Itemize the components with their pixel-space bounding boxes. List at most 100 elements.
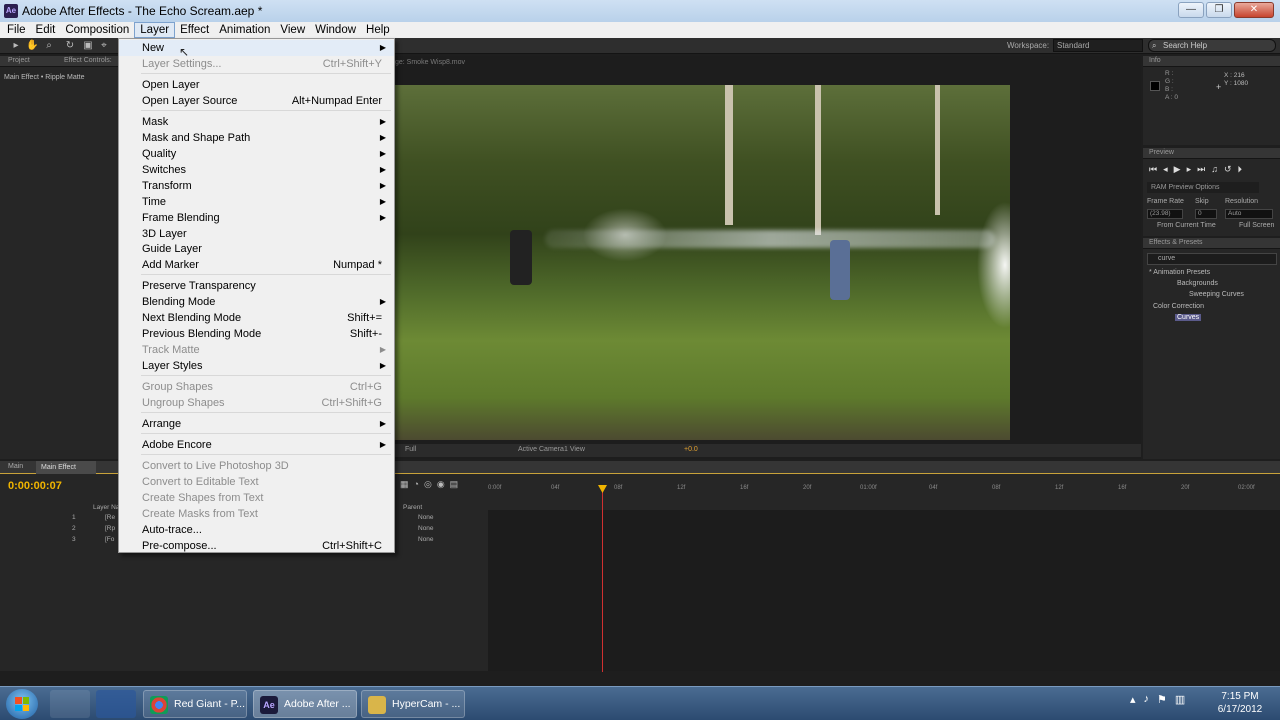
menu-edit[interactable]: Edit [31, 22, 61, 38]
menu-item-quality[interactable]: Quality ▶ [119, 146, 394, 162]
taskbar-button[interactable]: Ae Adobe After ... [253, 690, 357, 718]
exposure-value[interactable]: +0.0 [684, 446, 698, 453]
loop-icon[interactable]: ↺ [1224, 164, 1232, 175]
tab-main[interactable]: Main [8, 463, 23, 470]
current-timecode[interactable]: 0:00:00:07 [8, 480, 62, 492]
layer-parent[interactable]: None [418, 525, 434, 532]
menu-item-arrange[interactable]: Arrange ▶ [119, 416, 394, 432]
layer-parent[interactable]: None [418, 514, 434, 521]
hand-tool-icon[interactable]: ✋ [26, 40, 38, 52]
taskbar-clock[interactable]: 7:15 PM 6/17/2012 [1210, 690, 1270, 716]
menu-item-open-layer-source[interactable]: Open Layer Source Alt+Numpad Enter [119, 93, 394, 109]
view-layout-select[interactable]: 1 View [564, 446, 585, 453]
menu-item-auto-trace[interactable]: Auto-trace... [119, 522, 394, 538]
taskbar-button[interactable]: HyperCam - ... [361, 690, 465, 718]
menu-item-convert-to-live-photoshop-3d[interactable]: Convert to Live Photoshop 3D [119, 458, 394, 474]
menu-item-group-shapes[interactable]: Group Shapes Ctrl+G [119, 379, 394, 395]
last-frame-icon[interactable]: ⏭ [1197, 164, 1205, 175]
tab-effect-controls[interactable]: Effect Controls: [64, 57, 112, 64]
menu-item-layer-styles[interactable]: Layer Styles ▶ [119, 358, 394, 374]
menu-item-open-layer[interactable]: Open Layer [119, 77, 394, 93]
effects-search-input[interactable]: curve [1147, 253, 1277, 265]
menu-layer[interactable]: Layer [134, 22, 176, 38]
ram-preview-icon[interactable]: ⏵ [1238, 164, 1243, 175]
menu-item-guide-layer[interactable]: Guide Layer [119, 241, 394, 257]
camera-tool-icon[interactable]: ▣ [82, 40, 94, 52]
minimize-button[interactable]: — [1178, 2, 1204, 18]
menu-effect[interactable]: Effect [175, 22, 214, 38]
draft-3d-icon[interactable]: ▦ [400, 479, 409, 491]
audio-icon[interactable]: ♫ [1211, 164, 1218, 175]
menu-item-create-shapes-from-text[interactable]: Create Shapes from Text [119, 490, 394, 506]
menu-window[interactable]: Window [310, 22, 361, 38]
menu-animation[interactable]: Animation [214, 22, 275, 38]
flag-icon[interactable]: ⚑ [1157, 693, 1167, 706]
menu-item-blending-mode[interactable]: Blending Mode ▶ [119, 294, 394, 310]
camera-select[interactable]: Active Camera [518, 446, 564, 453]
menu-composition[interactable]: Composition [60, 22, 134, 38]
taskbar-button[interactable]: Red Giant - P... [143, 690, 247, 718]
menu-item-previous-blending-mode[interactable]: Previous Blending Mode Shift+- [119, 326, 394, 342]
menu-item-new[interactable]: New ▶ [119, 40, 394, 56]
resolution-field[interactable]: Auto [1225, 209, 1273, 219]
brainstorm-icon[interactable]: ▤ [450, 479, 459, 491]
ram-preview-options-select[interactable]: RAM Preview Options [1147, 182, 1259, 193]
footage-tab[interactable]: ge: Smoke Wisp8.mov [395, 59, 465, 66]
full-screen-checkbox[interactable]: Full Screen [1239, 222, 1274, 229]
zoom-tool-icon[interactable]: ⌕ [43, 40, 55, 52]
menu-item-switches[interactable]: Switches ▶ [119, 162, 394, 178]
menu-item-mask-and-shape-path[interactable]: Mask and Shape Path ▶ [119, 130, 394, 146]
tree-item-color-correction[interactable]: Color Correction [1153, 303, 1204, 310]
frame-blend-icon[interactable]: ◎ [424, 479, 432, 491]
show-hidden-icons-icon[interactable]: ▴ [1130, 693, 1136, 706]
skip-field[interactable]: 0 [1195, 209, 1217, 219]
menu-item-adobe-encore[interactable]: Adobe Encore ▶ [119, 437, 394, 453]
play-icon[interactable]: ▶ [1174, 164, 1181, 175]
word-icon[interactable] [96, 690, 136, 718]
menu-help[interactable]: Help [361, 22, 395, 38]
menu-item-transform[interactable]: Transform ▶ [119, 178, 394, 194]
menu-file[interactable]: File [2, 22, 31, 38]
composition-frame[interactable] [395, 85, 1010, 440]
pan-behind-tool-icon[interactable]: ⌖ [98, 40, 110, 52]
start-button[interactable] [6, 689, 38, 719]
maximize-button[interactable]: ❐ [1206, 2, 1232, 18]
tab-project[interactable]: Project [8, 57, 30, 64]
tree-item-sweeping-curves[interactable]: Sweeping Curves [1189, 291, 1244, 298]
search-help-input[interactable]: ⌕ Search Help [1148, 39, 1276, 52]
menu-item-ungroup-shapes[interactable]: Ungroup Shapes Ctrl+Shift+G [119, 395, 394, 411]
prev-frame-icon[interactable]: ◂ [1163, 164, 1168, 175]
volume-icon[interactable]: ♪ [1144, 693, 1150, 706]
menu-item-add-marker[interactable]: Add Marker Numpad * [119, 257, 394, 273]
timeline-track-area[interactable] [488, 510, 1280, 671]
next-frame-icon[interactable]: ▸ [1187, 164, 1192, 175]
menu-item-preserve-transparency[interactable]: Preserve Transparency [119, 278, 394, 294]
menu-item-track-matte[interactable]: Track Matte ▶ [119, 342, 394, 358]
tree-item-curves[interactable]: Curves [1175, 314, 1202, 321]
workspace-select[interactable]: Standard [1053, 39, 1143, 52]
first-frame-icon[interactable]: ⏮ [1149, 164, 1157, 175]
shy-icon[interactable]: ◔ [414, 479, 419, 491]
resolution-select[interactable]: Full [405, 446, 416, 453]
playhead-line[interactable] [602, 486, 603, 672]
network-icon[interactable]: ▥ [1175, 693, 1185, 706]
layer-parent[interactable]: None [418, 536, 434, 543]
tree-item-animation-presets[interactable]: * Animation Presets [1149, 269, 1210, 276]
menu-item-frame-blending[interactable]: Frame Blending ▶ [119, 210, 394, 226]
menu-item-layer-settings[interactable]: Layer Settings... Ctrl+Shift+Y [119, 56, 394, 72]
menu-item-create-masks-from-text[interactable]: Create Masks from Text [119, 506, 394, 522]
close-button[interactable]: ✕ [1234, 2, 1274, 18]
menu-item-pre-compose[interactable]: Pre-compose... Ctrl+Shift+C [119, 538, 394, 554]
menu-item-mask[interactable]: Mask ▶ [119, 114, 394, 130]
rotation-tool-icon[interactable]: ↻ [64, 40, 76, 52]
menu-item-time[interactable]: Time ▶ [119, 194, 394, 210]
menu-item-next-blending-mode[interactable]: Next Blending Mode Shift+= [119, 310, 394, 326]
tab-main-effect[interactable]: Main Effect [36, 461, 96, 474]
menu-item-3d-layer[interactable]: 3D Layer [119, 226, 394, 242]
frame-rate-field[interactable]: (23.98) [1147, 209, 1183, 219]
calculator-icon[interactable] [50, 690, 90, 718]
menu-view[interactable]: View [275, 22, 310, 38]
tree-item-backgrounds[interactable]: Backgrounds [1177, 280, 1218, 287]
selection-tool-icon[interactable]: ▸ [10, 40, 22, 52]
from-current-time-checkbox[interactable]: From Current Time [1157, 222, 1216, 229]
